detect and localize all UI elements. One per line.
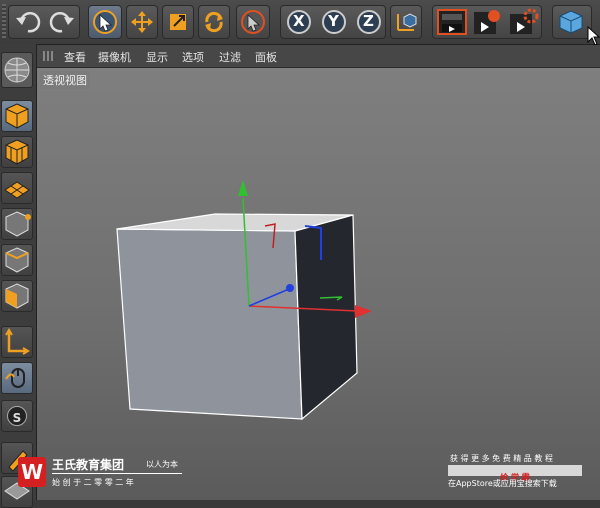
model-mode-button[interactable] [1,100,33,132]
viewport-title: 透视视图 [40,71,90,89]
move-icon [128,8,156,36]
y-axis-arrow[interactable] [238,180,248,196]
undo-redo-group [8,5,80,39]
add-cube-button[interactable] [552,5,592,39]
promo-tagline: 获 得 更 多 免 费 精 品 教 程 [450,454,553,463]
render-group [432,5,542,39]
rotate-tool-button[interactable] [198,5,230,39]
texture-mode-button[interactable] [1,136,33,168]
z-axis-label: Z [363,12,374,30]
main-toolbar: X Y Z [0,0,600,46]
select-icon [91,8,119,36]
z-axis-icon[interactable]: Z [354,8,384,36]
x-axis-icon[interactable]: X [284,8,314,36]
axis-mode-button[interactable] [1,326,33,358]
select-tool-button[interactable] [88,5,122,39]
edge-mode-button[interactable] [1,244,33,276]
cube-right-face[interactable] [294,214,358,421]
y-axis-icon[interactable]: Y [319,8,349,36]
move-tool-button[interactable] [126,5,158,39]
render-settings-icon[interactable] [508,8,540,36]
z-axis-knob[interactable] [286,284,294,292]
toolbar-grip[interactable] [2,4,6,40]
scale-tool-button[interactable] [162,5,194,39]
tweak-mode-icon [5,368,25,388]
workplane-mode-button[interactable] [1,172,33,204]
cube-front-face[interactable] [116,228,303,420]
mode-palette: S [0,44,37,508]
company-name: 王氏教育集团 [52,458,125,472]
snap-label: S [12,411,22,425]
axis-lock-group: X Y Z [280,5,386,39]
menu-options[interactable]: 选项 [182,49,204,65]
viewport-menu-bar: 查看 摄像机 显示 选项 过滤 面板 [37,45,600,68]
model-mode-icon [5,103,29,129]
menu-camera[interactable]: 摄像机 [98,49,131,65]
perspective-viewport[interactable] [37,68,600,500]
promo-app-bar: 绘 学 霸 [448,465,582,482]
company-slogan: 以人为本 [146,460,178,469]
scale-icon [164,8,192,36]
render-to-picture-viewer-icon[interactable] [472,8,504,36]
coordinate-system-button[interactable] [390,5,422,39]
render-view-icon[interactable] [436,8,468,36]
snap-icon: S [7,406,27,426]
x-axis-label: X [293,12,305,30]
polygon-mode-icon [5,283,29,309]
logo-badge: W [18,457,46,487]
menu-filter[interactable]: 过滤 [219,49,241,65]
x-axis-arrow[interactable] [355,305,372,318]
promo-download: 在AppStore或应用宝搜索下载 [448,479,557,488]
polygon-mode-button[interactable] [1,280,33,312]
axis-mode-icon [5,328,30,355]
y-axis-label: Y [328,12,339,30]
logo-divider [52,473,182,474]
viewport-scene [116,180,372,421]
watermark-promo: 获 得 更 多 免 费 精 品 教 程 绘 学 霸 在AppStore或应用宝搜… [448,453,588,498]
menu-panel[interactable]: 面板 [255,49,277,65]
live-select-button[interactable] [236,5,270,39]
undo-icon[interactable] [13,8,43,36]
redo-icon[interactable] [47,8,77,36]
company-since: 始 创 于 二 零 零 二 年 [52,478,134,487]
point-mode-button[interactable] [1,208,33,240]
make-editable-button[interactable] [1,52,33,88]
tweak-mode-button[interactable] [1,362,33,394]
world-coordinate-icon [392,8,420,36]
edge-mode-icon [5,247,29,273]
sphere-grid-icon [4,57,30,83]
live-select-icon [239,8,267,36]
menu-display[interactable]: 显示 [146,49,168,65]
logo-letter: W [20,460,44,484]
point-mode-icon [5,211,31,237]
snap-button[interactable]: S [1,400,33,432]
cube-object-icon [556,8,586,36]
rotate-icon [200,8,228,36]
watermark-logo: W 王氏教育集团 以人为本 始 创 于 二 零 零 二 年 [18,455,188,500]
workplane-mode-icon [4,181,30,199]
texture-mode-icon [5,139,29,165]
viewport-grip-icon[interactable] [43,51,55,61]
menu-view[interactable]: 查看 [64,49,86,65]
